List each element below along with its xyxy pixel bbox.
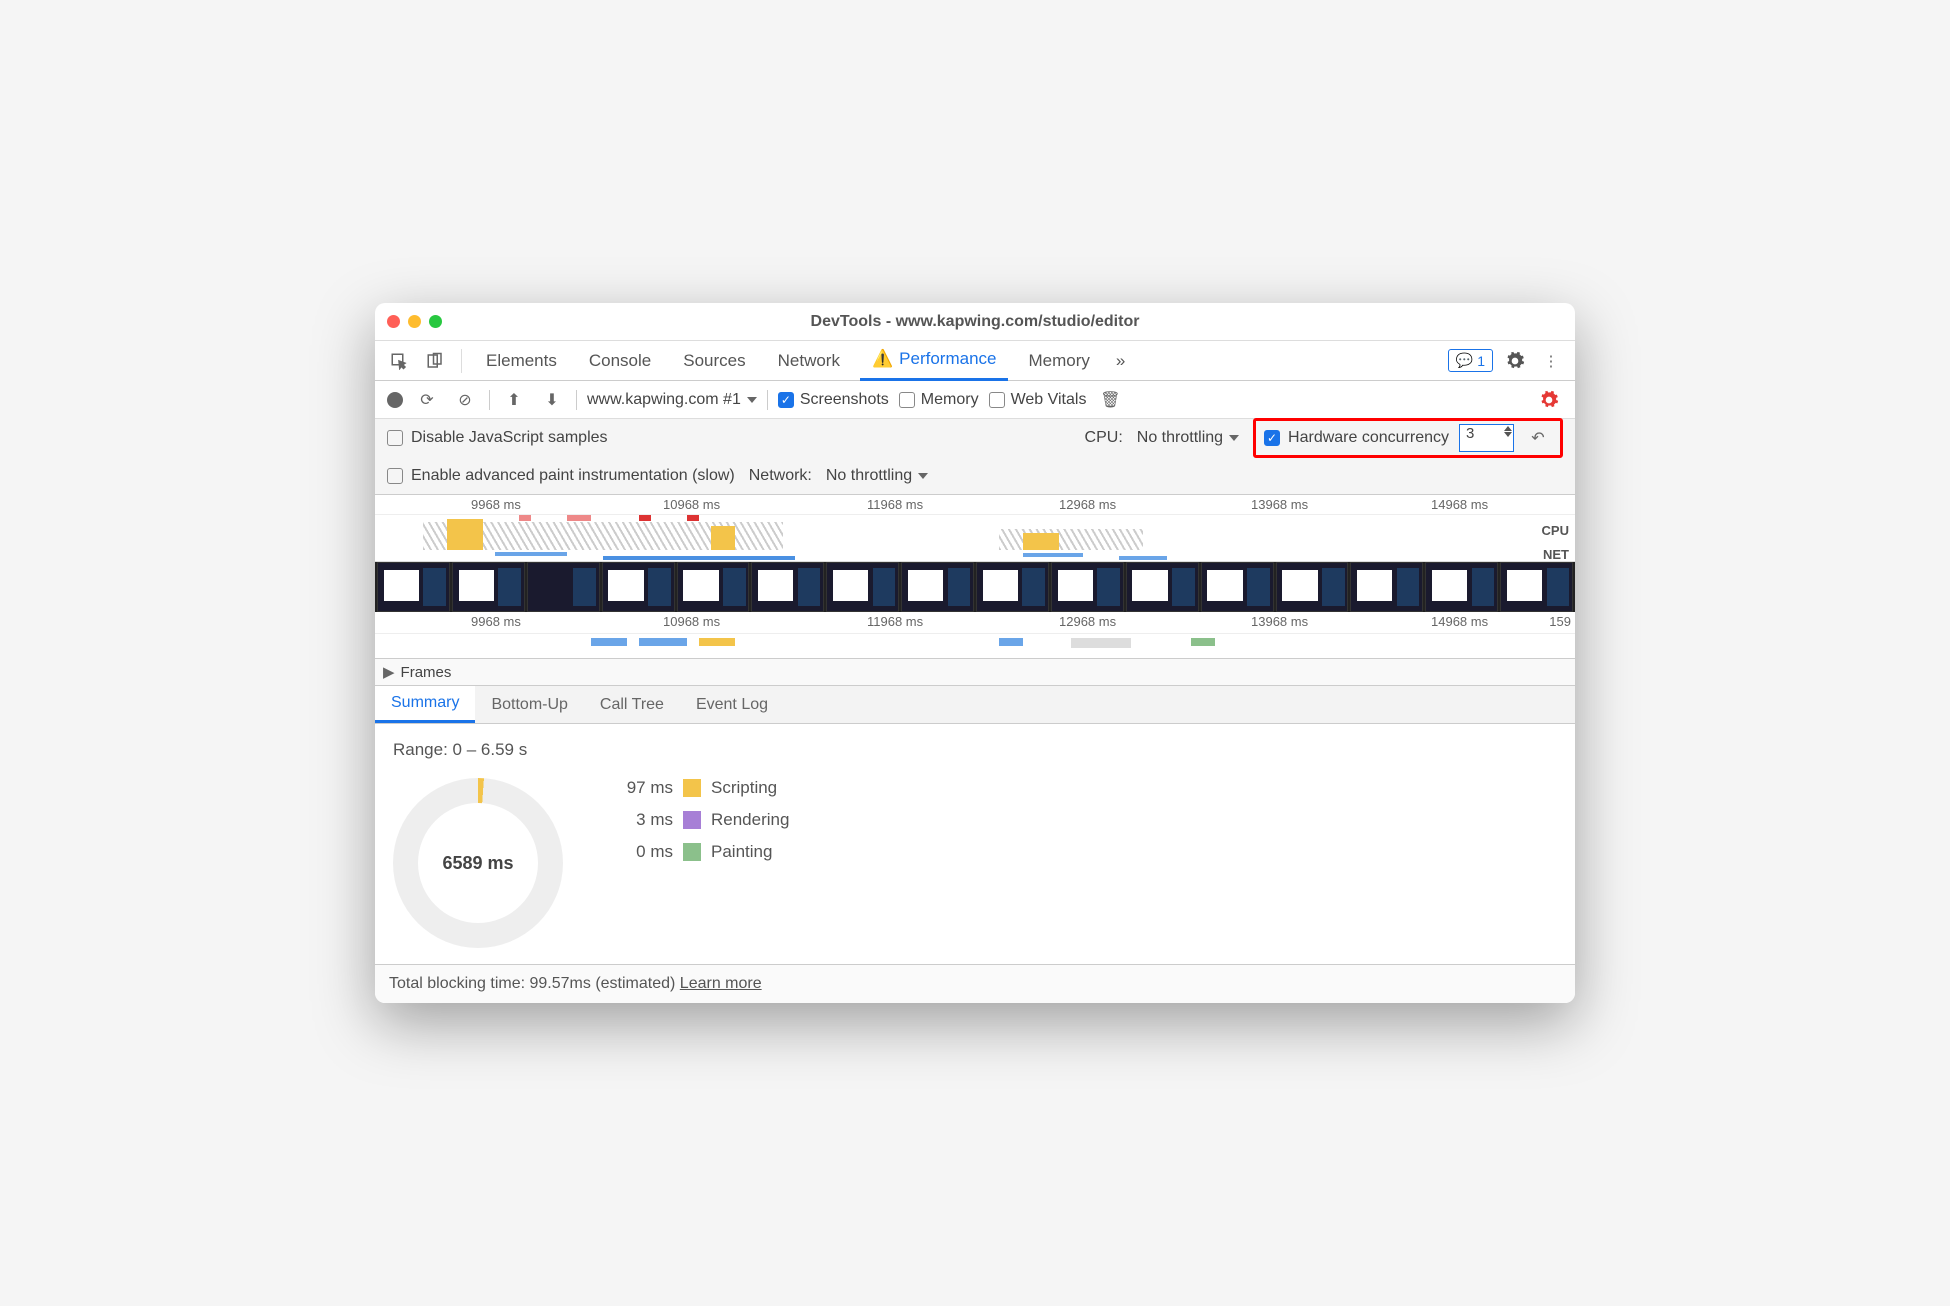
settings-row-1: Disable JavaScript samples CPU: No throt… xyxy=(375,419,1575,457)
time-ruler: 9968 ms 10968 ms 11968 ms 12968 ms 13968… xyxy=(375,495,1575,515)
summary-panel: Range: 0 – 6.59 s 6589 ms 97 ms Scriptin… xyxy=(375,724,1575,964)
screenshots-checkbox[interactable]: ✓Screenshots xyxy=(778,391,889,409)
tab-sources[interactable]: Sources xyxy=(671,341,757,381)
tab-memory[interactable]: Memory xyxy=(1016,341,1101,381)
main-tabs: Elements Console Sources Network ⚠️ Perf… xyxy=(375,341,1575,381)
summary-donut: 6589 ms xyxy=(393,778,563,948)
net-overview: NET xyxy=(375,550,1575,562)
hardware-concurrency-highlight: ✓Hardware concurrency 3 ↶ xyxy=(1253,418,1563,458)
perf-toolbar: ⟳ ⊘ ⬆ ⬇ www.kapwing.com #1 ✓Screenshots … xyxy=(375,381,1575,419)
range-label: Range: 0 – 6.59 s xyxy=(393,740,1557,760)
window-title: DevTools - www.kapwing.com/studio/editor xyxy=(811,313,1140,331)
subtab-bottomup[interactable]: Bottom-Up xyxy=(475,686,583,723)
window-controls xyxy=(387,315,442,328)
color-swatch xyxy=(683,843,701,861)
devtools-window: DevTools - www.kapwing.com/studio/editor… xyxy=(375,303,1575,1003)
hw-concurrency-input[interactable]: 3 xyxy=(1459,424,1514,452)
reload-icon[interactable]: ⟳ xyxy=(413,386,441,414)
chevron-down-icon xyxy=(918,473,928,479)
cpu-label: CPU: xyxy=(1085,429,1123,447)
legend-scripting: 97 ms Scripting xyxy=(613,778,789,798)
memory-checkbox[interactable]: Memory xyxy=(899,391,979,409)
settings-row-2: Enable advanced paint instrumentation (s… xyxy=(375,457,1575,495)
legend-rendering: 3 ms Rendering xyxy=(613,810,789,830)
download-icon[interactable]: ⬇ xyxy=(538,386,566,414)
subtab-summary[interactable]: Summary xyxy=(375,686,475,723)
expand-arrow-icon: ▶ xyxy=(383,663,395,681)
trash-icon[interactable]: 🗑 xyxy=(1096,386,1124,414)
chat-icon: 💬 xyxy=(1456,352,1473,369)
tab-elements[interactable]: Elements xyxy=(474,341,569,381)
time-ruler-2: 9968 ms 10968 ms 11968 ms 12968 ms 13968… xyxy=(375,612,1575,634)
color-swatch xyxy=(683,779,701,797)
filmstrip[interactable] xyxy=(375,562,1575,612)
close-window-button[interactable] xyxy=(387,315,400,328)
tab-performance[interactable]: ⚠️ Performance xyxy=(860,341,1009,381)
details-subtabs: Summary Bottom-Up Call Tree Event Log xyxy=(375,686,1575,724)
messages-badge[interactable]: 💬 1 xyxy=(1448,349,1493,372)
cpu-overview: CPU xyxy=(375,515,1575,550)
advanced-paint-checkbox[interactable]: Enable advanced paint instrumentation (s… xyxy=(387,467,735,485)
inspect-icon[interactable] xyxy=(385,347,413,375)
tab-console[interactable]: Console xyxy=(577,341,663,381)
network-throttle-select[interactable]: No throttling xyxy=(826,467,928,485)
target-select[interactable]: www.kapwing.com #1 xyxy=(587,391,757,409)
summary-legend: 97 ms Scripting 3 ms Rendering 0 ms Pain… xyxy=(613,778,789,862)
network-label: Network: xyxy=(749,467,812,485)
overview-timeline[interactable]: 9968 ms 10968 ms 11968 ms 12968 ms 13968… xyxy=(375,495,1575,686)
titlebar: DevTools - www.kapwing.com/studio/editor xyxy=(375,303,1575,341)
clear-icon[interactable]: ⊘ xyxy=(451,386,479,414)
webvitals-checkbox[interactable]: Web Vitals xyxy=(989,391,1087,409)
more-icon[interactable]: ⋮ xyxy=(1537,347,1565,375)
device-toggle-icon[interactable] xyxy=(421,347,449,375)
subtab-eventlog[interactable]: Event Log xyxy=(680,686,784,723)
footer-bar: Total blocking time: 99.57ms (estimated)… xyxy=(375,964,1575,1003)
maximize-window-button[interactable] xyxy=(429,315,442,328)
settings-gear-icon[interactable] xyxy=(1501,347,1529,375)
chevron-down-icon xyxy=(747,397,757,403)
chevron-down-icon xyxy=(1229,435,1239,441)
record-button[interactable] xyxy=(387,392,403,408)
upload-icon[interactable]: ⬆ xyxy=(500,386,528,414)
track-preview xyxy=(375,634,1575,658)
legend-painting: 0 ms Painting xyxy=(613,842,789,862)
color-swatch xyxy=(683,811,701,829)
tabs-overflow[interactable]: » xyxy=(1110,341,1131,381)
warning-icon: ⚠️ xyxy=(872,349,893,369)
capture-settings-gear-icon[interactable] xyxy=(1535,386,1563,414)
disable-js-checkbox[interactable]: Disable JavaScript samples xyxy=(387,429,608,447)
cpu-throttle-select[interactable]: No throttling xyxy=(1137,429,1239,447)
subtab-calltree[interactable]: Call Tree xyxy=(584,686,680,723)
frames-track-header[interactable]: ▶ Frames xyxy=(375,658,1575,686)
hw-concurrency-checkbox[interactable]: ✓Hardware concurrency xyxy=(1264,429,1449,447)
minimize-window-button[interactable] xyxy=(408,315,421,328)
tab-network[interactable]: Network xyxy=(766,341,852,381)
learn-more-link[interactable]: Learn more xyxy=(680,975,762,992)
undo-icon[interactable]: ↶ xyxy=(1524,424,1552,452)
stepper-icon[interactable] xyxy=(1504,426,1512,437)
